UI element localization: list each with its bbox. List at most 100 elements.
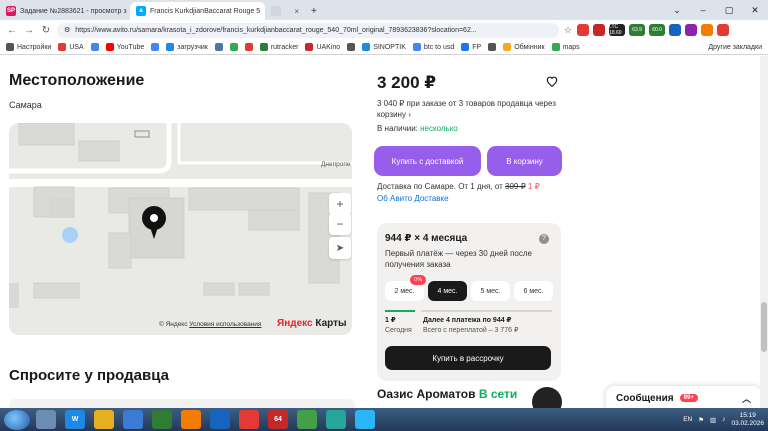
tab-task[interactable]: SP Задание №2883621 - просмотр з × — [0, 2, 130, 20]
language-indicator[interactable]: EN — [683, 416, 692, 423]
today-payment: 1 ₽ Сегодня — [385, 316, 412, 336]
bookmark-item[interactable]: btc to usd — [412, 43, 454, 51]
start-button[interactable] — [4, 409, 30, 430]
other-bookmarks-label: Другие закладки — [708, 43, 762, 51]
taskbar-app-icon[interactable] — [210, 410, 230, 429]
tab-avito[interactable]: a Francis KurkdjianBaccarat Rouge 5 × — [130, 2, 265, 20]
bookmark-item[interactable] — [90, 43, 99, 51]
seller-name[interactable]: Оазис Ароматов В сети — [377, 387, 517, 401]
bookmark-label: UAKino — [316, 43, 341, 51]
favorite-heart-icon[interactable] — [545, 74, 559, 88]
taskbar-app-icon[interactable] — [297, 410, 317, 429]
buy-installment-button[interactable]: Купить в рассрочку — [385, 346, 551, 370]
page-scrollbar[interactable] — [760, 56, 768, 408]
close-window-icon[interactable]: ✕ — [742, 5, 768, 16]
taskbar-app-icon[interactable] — [152, 410, 172, 429]
site-info-icon[interactable]: ⚙ — [64, 26, 70, 34]
extension-icon[interactable] — [701, 24, 714, 36]
map-terms-link[interactable]: Условия использования — [189, 321, 261, 328]
bookmark-item[interactable] — [244, 43, 253, 51]
new-tab-button[interactable]: + — [305, 2, 323, 20]
taskbar-app-icon[interactable] — [123, 410, 143, 429]
taskbar-app-icon[interactable] — [326, 410, 346, 429]
messages-widget[interactable]: Сообщения 99+ ︿ — [606, 386, 761, 408]
yandex-maps-logo[interactable]: Яндекс Карты — [277, 318, 347, 329]
bookmark-item[interactable]: Настройки — [6, 43, 51, 51]
other-bookmarks[interactable]: Другие закладки — [708, 44, 762, 51]
back-icon[interactable]: ← — [6, 25, 18, 36]
zoom-in-button[interactable]: + — [329, 193, 351, 215]
bookmark-item[interactable]: Обмінник — [503, 43, 545, 51]
installment-option[interactable]: 5 мес. — [471, 281, 510, 301]
reload-icon[interactable]: ↻ — [40, 25, 52, 36]
bookmark-item[interactable]: USA — [58, 43, 84, 51]
map-copyright: © Яндекс Условия использования — [159, 321, 261, 328]
installment-option[interactable]: 4 мес. — [428, 281, 467, 301]
bookmark-item[interactable]: UAKino — [305, 43, 340, 51]
bookmark-icon — [166, 43, 175, 51]
bookmark-item[interactable] — [229, 43, 238, 51]
bookmark-item[interactable] — [347, 43, 356, 51]
taskbar-app-icon[interactable] — [181, 410, 201, 429]
extension-icon[interactable]: 63.9 — [629, 24, 646, 36]
geolocate-icon[interactable]: ➤ — [329, 237, 351, 259]
taskbar-app-icon[interactable]: W — [65, 410, 85, 429]
extension-icon[interactable] — [685, 24, 698, 36]
add-to-cart-button[interactable]: В корзину — [487, 146, 562, 176]
avito-delivery-link[interactable]: Об Авито Доставке — [377, 194, 449, 203]
bookmark-item[interactable]: загрузчик — [166, 43, 208, 51]
bookmark-icon — [551, 43, 560, 51]
flag-icon[interactable]: ⚑ — [698, 416, 704, 424]
bookmark-icon — [362, 43, 371, 51]
bookmark-item[interactable]: FP — [461, 43, 481, 51]
clock[interactable]: 15:19 03.02.2026 — [731, 412, 764, 428]
taskbar-app-icon[interactable]: 64 — [268, 410, 288, 429]
bookmark-item[interactable] — [151, 43, 160, 51]
bookmark-item[interactable] — [214, 43, 223, 51]
buy-with-delivery-button[interactable]: Купить с доставкой — [374, 146, 481, 176]
volume-icon[interactable]: ♪ — [722, 416, 725, 423]
bookmark-item[interactable]: maps — [551, 43, 580, 51]
bookmark-item[interactable]: YouTube — [105, 43, 144, 51]
bookmark-item[interactable] — [488, 43, 497, 51]
bookmark-icon — [151, 43, 160, 51]
tab-label: Francis KurkdjianBaccarat Rouge 5 — [150, 7, 261, 15]
chevron-up-icon[interactable]: ︿ — [742, 392, 751, 405]
network-icon[interactable]: ▥ — [710, 416, 716, 424]
location-city: Самара — [9, 100, 42, 110]
minimize-icon[interactable]: – — [690, 5, 716, 15]
extension-icon[interactable] — [669, 24, 682, 36]
bookmark-icon — [58, 43, 67, 51]
today-amount: 1 ₽ — [385, 317, 396, 324]
zoom-out-button[interactable]: − — [329, 213, 351, 235]
taskbar-app-icon[interactable] — [36, 410, 56, 429]
bookmark-item[interactable]: SINOPTIK — [362, 43, 406, 51]
tab-blank[interactable]: × — [265, 2, 305, 20]
extension-icon[interactable] — [717, 24, 730, 36]
chevron-down-icon[interactable]: ⌄ — [664, 5, 690, 16]
bookmark-item[interactable]: rutracker — [259, 43, 298, 51]
forward-icon[interactable]: → — [23, 25, 35, 36]
maximize-icon[interactable]: ▢ — [716, 5, 742, 16]
url-field[interactable]: ⚙ https://www.avito.ru/samara/krasota_i_… — [57, 22, 559, 38]
extension-icon[interactable]: 60.0 — [649, 24, 666, 36]
extension-icon[interactable] — [593, 24, 606, 36]
extension-icon[interactable]: LTC 18.60 — [609, 24, 626, 36]
installment-option[interactable]: 6 мес. — [514, 281, 553, 301]
bookmark-icon — [229, 43, 238, 51]
extension-icon[interactable] — [577, 24, 590, 36]
taskbar-app-icon[interactable] — [355, 410, 375, 429]
star-icon[interactable]: ☆ — [564, 25, 572, 36]
today-label: Сегодня — [385, 327, 412, 334]
location-map[interactable]: Днепропе + − ➤ © Яндекс Условия использо… — [9, 123, 352, 335]
bookmark-icon — [412, 43, 421, 51]
taskbar-app-icon[interactable] — [94, 410, 114, 429]
cart-promo-text[interactable]: 3 040 ₽ при заказе от 3 товаров продавца… — [377, 98, 562, 120]
seller-avatar[interactable] — [532, 387, 562, 408]
page-content: Местоположение Самара Днепропе + − ➤ © Я… — [0, 56, 768, 408]
scrollbar-thumb[interactable] — [761, 302, 767, 352]
help-icon[interactable]: ? — [539, 234, 549, 244]
taskbar-app-icon[interactable] — [239, 410, 259, 429]
question-field[interactable] — [9, 399, 355, 408]
close-icon[interactable]: × — [294, 7, 299, 16]
